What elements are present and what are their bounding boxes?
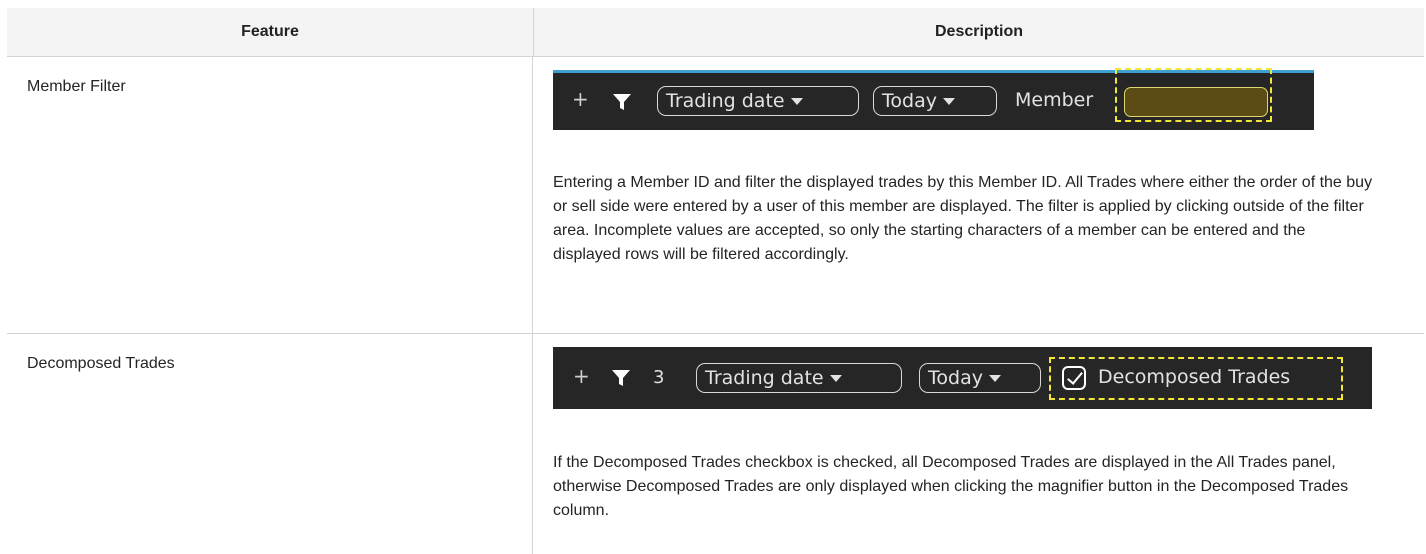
add-icon: +: [573, 364, 590, 388]
table-row: Member Filter + Trading date Today Membe…: [7, 57, 1424, 334]
description-text: If the Decomposed Trades checkbox is che…: [553, 454, 1349, 519]
description-cell: + Trading date Today Member Entering a M…: [533, 57, 1424, 333]
trading-date-label: Trading date: [666, 90, 785, 112]
chevron-down-icon: [988, 374, 1001, 382]
header-feature: Feature: [7, 8, 534, 56]
member-filter-toolbar-screenshot: + Trading date Today Member: [553, 68, 1314, 130]
today-dropdown: Today: [919, 363, 1041, 393]
chevron-down-icon: [790, 97, 803, 105]
header-description: Description: [934, 23, 1023, 40]
filter-icon: [613, 94, 631, 110]
highlight-box: [1049, 357, 1343, 400]
add-icon: +: [572, 87, 589, 111]
today-dropdown: Today: [873, 86, 997, 116]
feature-table: Feature Description Member Filter + Trad…: [7, 8, 1424, 554]
filter-count: 3: [653, 367, 665, 388]
trading-date-dropdown: Trading date: [696, 363, 902, 393]
feature-cell: Decomposed Trades: [7, 334, 533, 554]
table-row: Decomposed Trades + 3 Trading date Today…: [7, 334, 1424, 554]
trading-date-dropdown: Trading date: [657, 86, 859, 116]
chevron-down-icon: [829, 374, 842, 382]
feature-cell: Member Filter: [7, 57, 533, 333]
filter-icon: [612, 370, 630, 386]
highlight-box: [1115, 68, 1272, 122]
member-label: Member: [1015, 89, 1094, 111]
chevron-down-icon: [942, 97, 955, 105]
today-label: Today: [882, 90, 937, 112]
trading-date-label: Trading date: [705, 367, 824, 389]
description-text: Entering a Member ID and filter the disp…: [553, 174, 1373, 263]
today-label: Today: [928, 367, 983, 389]
table-header: Feature Description: [7, 8, 1424, 57]
decomposed-trades-toolbar-screenshot: + 3 Trading date Today Decomposed Trades: [553, 347, 1372, 409]
description-cell: + 3 Trading date Today Decomposed Trades…: [533, 334, 1424, 554]
